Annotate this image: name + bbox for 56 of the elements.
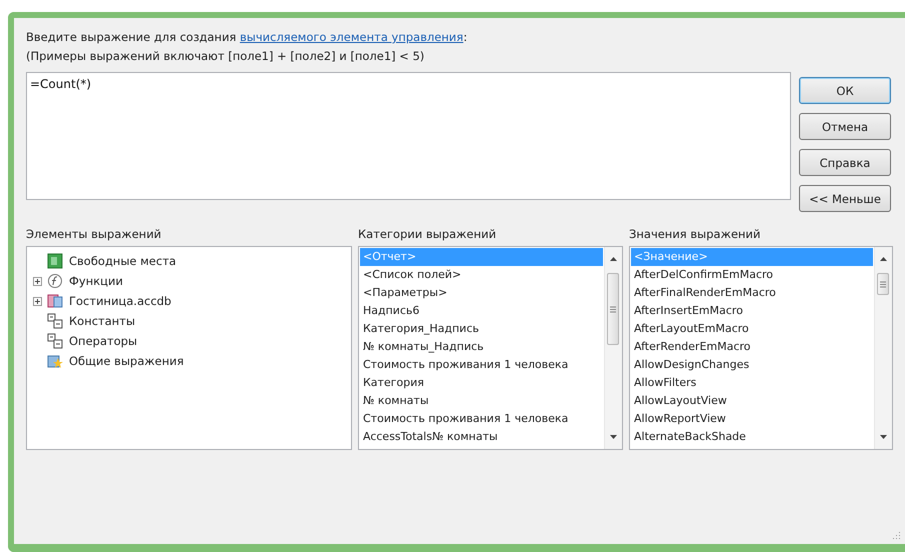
star-folder-icon: [47, 353, 63, 369]
expand-icon[interactable]: [32, 276, 42, 286]
expand-icon[interactable]: [32, 296, 42, 306]
grip-icon: [880, 280, 886, 288]
list-item[interactable]: <Параметры>: [360, 284, 603, 302]
list-item[interactable]: Категория_Надпись: [360, 320, 603, 338]
list-item[interactable]: AllowDesignChanges: [631, 356, 873, 374]
scroll-up-icon[interactable]: [880, 257, 887, 261]
list-item[interactable]: AllowLayoutView: [631, 392, 873, 410]
tree-item[interactable]: Общие выражения: [67, 354, 186, 368]
list-item[interactable]: AfterInsertEmMacro: [631, 302, 873, 320]
tree-item[interactable]: Операторы: [67, 334, 140, 348]
panel-title: Категории выражений: [358, 226, 498, 242]
folder-tree-icon: [47, 313, 63, 329]
list-item[interactable]: AfterFinalRenderEmMacro: [631, 284, 873, 302]
list-item[interactable]: AllowFilters: [631, 374, 873, 392]
example-text: (Примеры выражений включают [поле1] + [поле2] и [поле1] < 5): [26, 48, 426, 65]
scroll-thumb[interactable]: [877, 273, 889, 295]
scroll-down-icon[interactable]: [610, 435, 617, 439]
list-item[interactable]: AfterLayoutEmMacro: [631, 320, 873, 338]
help-link[interactable]: вычисляемого элемента управления: [240, 30, 464, 44]
list-item[interactable]: Категория: [360, 374, 603, 392]
list-item[interactable]: AccessTotals№ комнаты: [360, 428, 603, 446]
list-item[interactable]: № комнаты: [360, 392, 603, 410]
scroll-up-icon[interactable]: [610, 257, 617, 261]
dialog-button[interactable]: Справка: [799, 149, 891, 176]
resize-grip-icon[interactable]: [891, 530, 901, 540]
list-item[interactable]: <Список полей>: [360, 266, 603, 284]
tree-item[interactable]: Гостиница.accdb: [67, 294, 174, 308]
scrollbar[interactable]: [874, 247, 892, 449]
list-item[interactable]: AfterDelConfirmEmMacro: [631, 266, 873, 284]
list-item[interactable]: Стоимость проживания 1 человека: [360, 356, 603, 374]
list-item[interactable]: Стоимость проживания 1 человека: [360, 410, 603, 428]
list-item[interactable]: AlternateBackShade: [631, 428, 873, 446]
prompt-text: Введите выражение для создания вычисляемого элемента управления:: [26, 29, 468, 46]
panel-title: Элементы выражений: [26, 226, 162, 242]
list-item[interactable]: AllowReportView: [631, 410, 873, 428]
list-item[interactable]: AfterRenderEmMacro: [631, 338, 873, 356]
list-item[interactable]: № комнаты_Надпись: [360, 338, 603, 356]
database-icon: [47, 293, 63, 309]
expression-field[interactable]: =Count(*): [26, 72, 791, 200]
list-item[interactable]: Надпись6: [360, 302, 603, 320]
scroll-thumb[interactable]: [607, 273, 619, 345]
folder-tree-icon: [47, 333, 63, 349]
panel-title: Значения выражений: [629, 226, 762, 242]
dialog-button[interactable]: Отмена: [799, 113, 891, 140]
dialog-button[interactable]: ОК: [799, 77, 891, 104]
dialog-button[interactable]: << Меньше: [799, 185, 891, 212]
grip-icon: [610, 306, 616, 312]
scroll-down-icon[interactable]: [880, 435, 887, 439]
tree-item[interactable]: Свободные места: [67, 254, 178, 268]
function-icon: [47, 273, 63, 289]
form-icon: [47, 253, 63, 269]
tree-item[interactable]: Константы: [67, 314, 138, 328]
tree-item[interactable]: Функции: [67, 274, 125, 288]
scrollbar[interactable]: [604, 247, 622, 449]
